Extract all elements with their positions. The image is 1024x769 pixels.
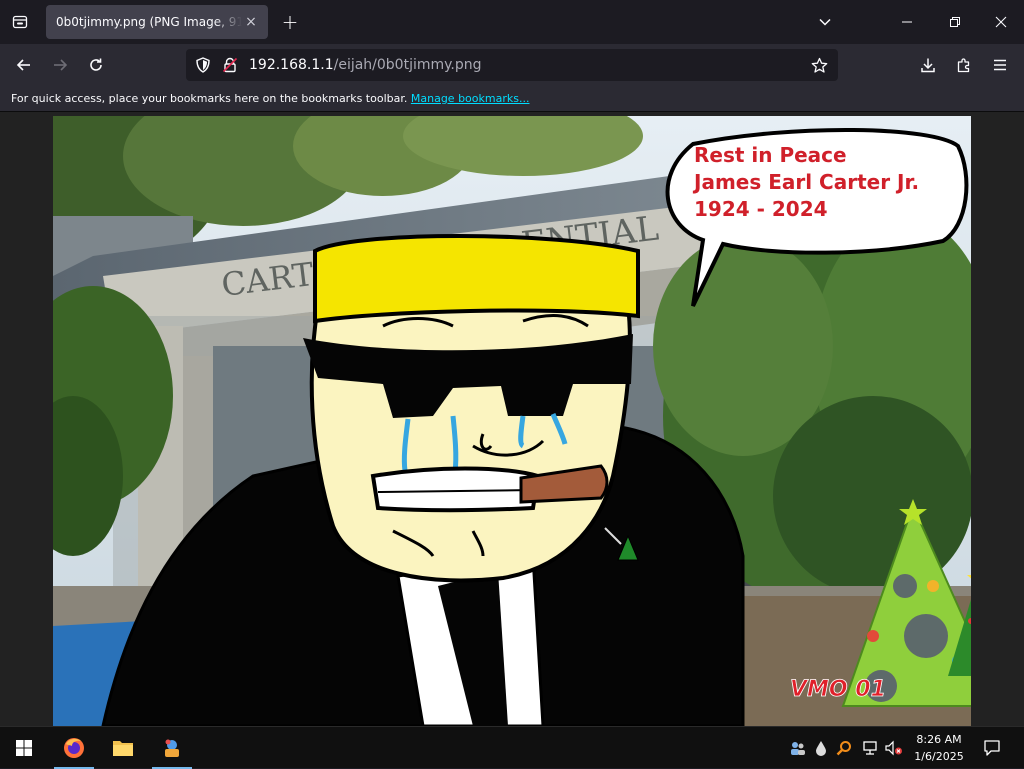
download-icon [921,58,935,73]
tray-people-icon[interactable] [788,738,808,758]
firefox-view-icon [12,15,28,29]
action-center-button[interactable] [981,737,1003,759]
bookmarks-toolbar: For quick access, place your bookmarks h… [0,86,1024,112]
folder-icon [113,741,133,756]
tray-network-icon[interactable] [861,738,881,758]
system-clock[interactable]: 8:26 AM 1/6/2025 [910,731,968,765]
tray-search-icon[interactable] [834,738,854,758]
reload-button[interactable] [81,50,111,80]
notification-icon [984,740,1000,756]
puzzle-piece-icon [957,58,970,73]
png-image[interactable]: CARTER ENTIAL Rest in Peace James Earl C… [53,116,971,726]
taskbar-app-misc[interactable] [148,727,196,769]
navigation-toolbar: 192.168.1.1/eijah/0b0tjimmy.png [0,44,1024,86]
minimize-icon [902,21,912,23]
minimize-button[interactable] [884,0,930,44]
url-text[interactable]: 192.168.1.1/eijah/0b0tjimmy.png [249,49,482,81]
bubble-line-2: James Earl Carter Jr. [692,170,919,194]
close-window-button[interactable] [978,0,1024,44]
app-menu-button[interactable] [985,50,1015,80]
firefox-icon [64,738,84,758]
url-bar[interactable]: 192.168.1.1/eijah/0b0tjimmy.png [186,49,838,81]
hamburger-menu-icon [994,59,1006,71]
app-icon [165,739,179,757]
artist-signature: VMO 01 [790,677,886,702]
downloads-button[interactable] [913,50,943,80]
insecure-lock-icon[interactable] [222,57,238,77]
taskbar: 8:26 AM 1/6/2025 [0,726,1024,769]
arrow-left-icon [16,59,30,71]
start-button[interactable] [0,727,48,769]
chevron-down-icon [819,18,831,26]
extensions-button[interactable] [949,50,979,80]
reload-icon [90,58,102,71]
tray-water-drop-icon[interactable] [811,738,831,758]
tab-title: 0b0tjimmy.png (PNG Image, 918 × 610 pixe… [56,15,242,29]
restore-button[interactable] [932,0,978,44]
forward-button[interactable] [45,50,75,80]
meme-image: CARTER ENTIAL Rest in Peace James Earl C… [53,116,971,726]
back-button[interactable] [9,50,39,80]
manage-bookmarks-link[interactable]: Manage bookmarks... [411,92,530,105]
url-path: /eijah/0b0tjimmy.png [333,57,482,73]
close-icon [995,16,1007,28]
url-host: 192.168.1.1 [249,57,334,73]
clock-time: 8:26 AM [916,733,962,746]
tab-strip: 0b0tjimmy.png (PNG Image, 918 × 610 pixe… [0,0,1024,44]
windows-logo-icon [16,740,32,756]
new-tab-button[interactable]: + [278,10,302,34]
taskbar-file-explorer[interactable] [99,727,147,769]
tracking-protection-shield-icon[interactable] [194,56,212,78]
bubble-line-3: 1924 - 2024 [694,197,828,221]
firefox-view-button[interactable] [6,8,34,36]
list-all-tabs-button[interactable] [812,10,838,34]
content-area: CARTER ENTIAL Rest in Peace James Earl C… [0,112,1024,726]
tab-close-button[interactable]: × [242,13,260,31]
restore-icon [950,17,960,27]
clock-date: 1/6/2025 [914,750,964,763]
bookmark-star-icon[interactable] [811,57,828,78]
bookmarks-empty-message: For quick access, place your bookmarks h… [11,92,408,105]
arrow-right-icon [54,59,68,71]
bubble-line-1: Rest in Peace [694,143,847,167]
tab-active[interactable]: 0b0tjimmy.png (PNG Image, 918 × 610 pixe… [46,5,268,39]
tray-volume-muted-icon[interactable] [884,738,904,758]
taskbar-firefox[interactable] [50,727,98,769]
